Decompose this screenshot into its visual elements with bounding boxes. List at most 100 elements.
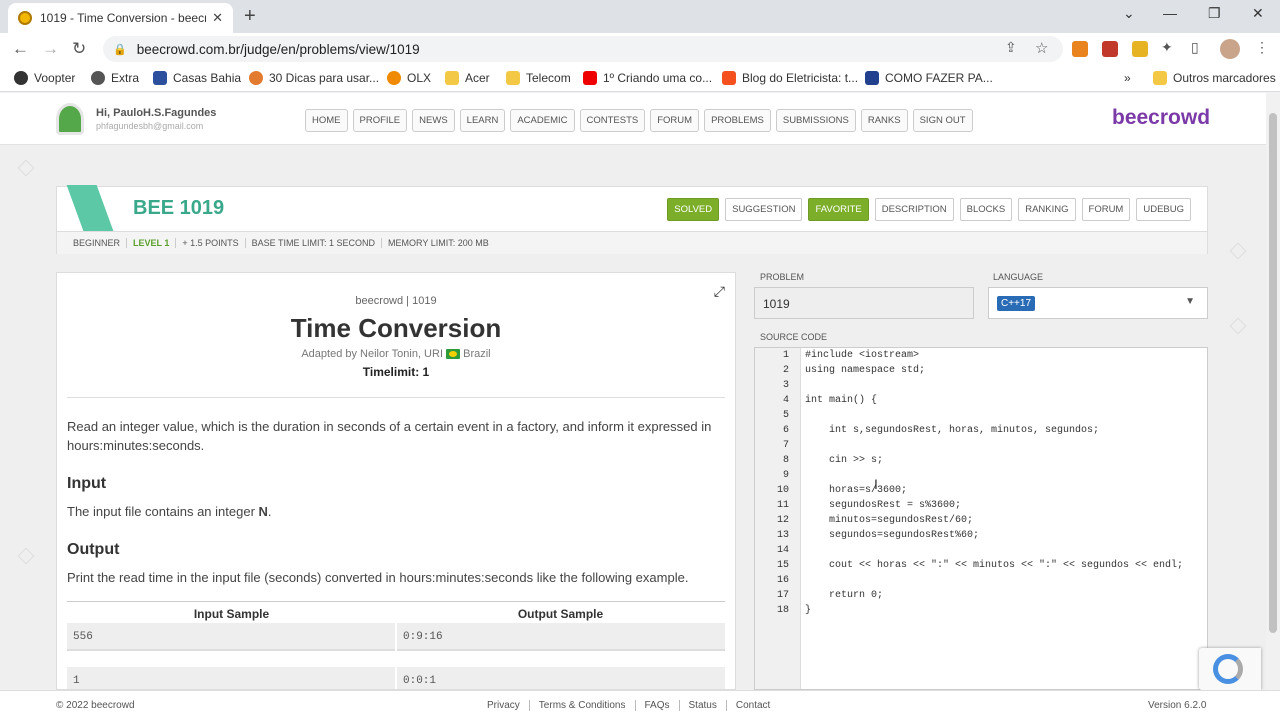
nav-sign-out[interactable]: SIGN OUT xyxy=(912,109,973,132)
extension-icon[interactable] xyxy=(1132,41,1148,57)
bookmark-item[interactable]: COMO FAZER PA... xyxy=(865,71,993,85)
close-tab-icon[interactable]: ✕ xyxy=(212,10,223,26)
blocks-button[interactable]: BLOCKS xyxy=(959,198,1013,221)
nav-academic[interactable]: ACADEMIC xyxy=(510,109,575,132)
extensions-puzzle-icon[interactable]: ✦ xyxy=(1161,39,1173,56)
nav-problems[interactable]: PROBLEMS xyxy=(704,109,771,132)
bookmark-item[interactable]: 30 Dicas para usar... xyxy=(249,71,379,85)
metamask-extension-icon[interactable] xyxy=(1072,41,1088,57)
footer-links: Privacy Terms & Conditions FAQs Status C… xyxy=(487,700,779,711)
time-limit: BASE TIME LIMIT: 1 SECOND xyxy=(246,238,383,248)
brand-logo[interactable]: beecrowd xyxy=(1112,106,1210,130)
close-window-icon[interactable]: ✕ xyxy=(1252,5,1264,22)
problem-title: Time Conversion xyxy=(290,313,502,343)
back-icon[interactable]: ← xyxy=(12,39,29,59)
bookmark-item[interactable]: OLX xyxy=(387,71,431,85)
side-panel-icon[interactable]: ▯ xyxy=(1191,39,1199,56)
profile-avatar-icon[interactable] xyxy=(1220,39,1240,59)
browser-tab[interactable]: 1019 - Time Conversion - beecro ✕ xyxy=(8,3,233,33)
background-decoration xyxy=(1229,317,1247,335)
language-select[interactable]: C++17 ▼ xyxy=(988,287,1208,319)
input-text: The input file contains an integer N. xyxy=(67,504,272,519)
browser-tab-bar: 1019 - Time Conversion - beecro ✕ + ⌄ — … xyxy=(0,0,1280,33)
faqs-link[interactable]: FAQs xyxy=(636,700,680,711)
line-number: 13 xyxy=(776,530,789,541)
bookmark-item[interactable]: Voopter xyxy=(14,71,75,85)
bookmark-item[interactable]: Casas Bahia xyxy=(153,71,241,85)
favorite-button[interactable]: FAVORITE xyxy=(808,198,869,221)
user-email: phfagundesbh@gmail.com xyxy=(96,121,204,131)
code-line: return 0; xyxy=(805,590,884,601)
nav-home[interactable]: HOME xyxy=(305,109,348,132)
forward-icon[interactable]: → xyxy=(42,39,59,59)
bookmark-folder[interactable]: Acer xyxy=(445,71,490,85)
brazil-flag-icon xyxy=(446,349,461,360)
bookmark-star-icon[interactable]: ☆ xyxy=(1035,39,1048,57)
bookmark-folder[interactable]: Telecom xyxy=(506,71,571,85)
suggestion-button[interactable]: SUGGESTION xyxy=(725,198,803,221)
maximize-icon[interactable]: ❐ xyxy=(1208,5,1221,22)
description-button[interactable]: DESCRIPTION xyxy=(874,198,954,221)
code-line: int main() { xyxy=(805,395,878,406)
bookmark-item[interactable]: 1º Criando uma co... xyxy=(583,71,712,85)
other-bookmarks-folder[interactable]: Outros marcadores xyxy=(1153,71,1276,85)
level: LEVEL 1 xyxy=(127,238,177,248)
line-number: 1 xyxy=(782,350,789,361)
new-tab-icon[interactable]: + xyxy=(244,5,256,28)
menu-kebab-icon[interactable]: ⋮ xyxy=(1255,39,1269,56)
nav-submissions[interactable]: SUBMISSIONS xyxy=(775,109,856,132)
recaptcha-badge[interactable] xyxy=(1199,648,1261,690)
version: Version 6.2.0 xyxy=(1148,700,1207,711)
extension-icon[interactable] xyxy=(1102,41,1118,57)
more-bookmarks-icon[interactable]: » xyxy=(1124,71,1131,85)
output-sample-header: Output Sample xyxy=(517,607,604,621)
udebug-button[interactable]: UDEBUG xyxy=(1136,198,1191,221)
recaptcha-icon xyxy=(1213,654,1243,684)
status-link[interactable]: Status xyxy=(680,700,727,711)
problem-author: Adapted by Neilor Tonin, URI Brazil xyxy=(301,348,491,360)
url-text: beecrowd.com.br/judge/en/problems/view/1… xyxy=(136,41,420,57)
nav-forum[interactable]: FORUM xyxy=(650,109,700,132)
code-line: segundosRest = s%3600; xyxy=(805,500,962,511)
code-editor[interactable]: I 1 #include <iostream> 2 using namespace s… xyxy=(754,347,1208,690)
page-scrollbar[interactable] xyxy=(1266,93,1280,689)
line-number: 2 xyxy=(782,365,789,376)
line-number: 14 xyxy=(776,545,789,556)
bookmark-item[interactable]: Extra xyxy=(91,71,139,85)
background-decoration xyxy=(17,547,35,565)
nav-profile[interactable]: PROFILE xyxy=(352,109,408,132)
sample-output-cell: 0:9:16 xyxy=(397,623,725,651)
sample-output-cell: 0:0:1 xyxy=(397,667,725,689)
url-bar[interactable]: 🔒 beecrowd.com.br/judge/en/problems/view… xyxy=(103,36,1063,62)
difficulty: BEGINNER xyxy=(67,238,128,248)
tab-search-icon[interactable]: ⌄ xyxy=(1123,5,1135,22)
nav-news[interactable]: NEWS xyxy=(412,109,455,132)
nav-learn[interactable]: LEARN xyxy=(459,109,506,132)
contact-link[interactable]: Contact xyxy=(727,700,779,711)
copyright: © 2022 beecrowd xyxy=(56,700,135,711)
code-line: horas=s/3600; xyxy=(805,485,908,496)
background-decoration xyxy=(17,159,35,177)
bookmarks-bar: Voopter Extra Casas Bahia 30 Dicas para … xyxy=(0,65,1280,92)
share-icon[interactable]: ⇪ xyxy=(1005,39,1017,56)
minimize-icon[interactable]: — xyxy=(1163,5,1177,21)
bookmark-item[interactable]: Blog do Eletricista: t... xyxy=(722,71,858,85)
nav-contests[interactable]: CONTESTS xyxy=(579,109,646,132)
terms-link[interactable]: Terms & Conditions xyxy=(530,700,636,711)
line-number: 5 xyxy=(782,410,789,421)
source-code-label: SOURCE CODE xyxy=(760,332,828,342)
user-avatar[interactable] xyxy=(56,103,84,135)
points: + 1.5 POINTS xyxy=(176,238,246,248)
solved-button[interactable]: SOLVED xyxy=(667,198,720,221)
line-number: 7 xyxy=(782,440,789,451)
reload-icon[interactable]: ↻ xyxy=(72,39,86,59)
forum-button[interactable]: FORUM xyxy=(1081,198,1131,221)
ranking-button[interactable]: RANKING xyxy=(1018,198,1076,221)
scrollbar-thumb[interactable] xyxy=(1269,113,1277,633)
code-line: #include <iostream> xyxy=(805,350,920,361)
line-number: 15 xyxy=(776,560,789,571)
privacy-link[interactable]: Privacy xyxy=(487,700,530,711)
nav-ranks[interactable]: RANKS xyxy=(860,109,908,132)
line-number: 3 xyxy=(782,380,789,391)
problem-input[interactable]: 1019 xyxy=(754,287,974,319)
